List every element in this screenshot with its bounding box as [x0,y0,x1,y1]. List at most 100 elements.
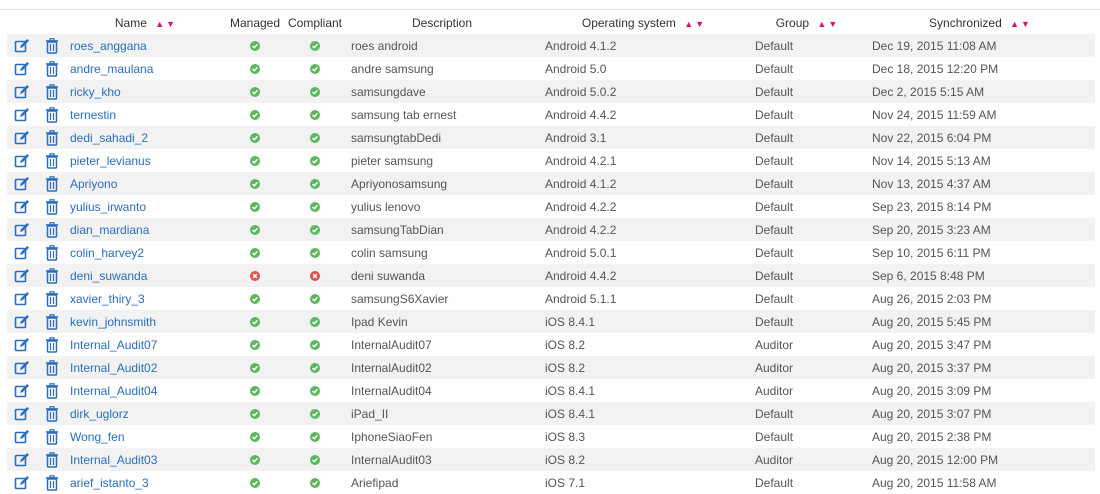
trash-icon[interactable] [44,474,60,491]
edit-cell [7,126,37,149]
device-name-link[interactable]: kevin_johnsmith [67,315,156,329]
device-name-link[interactable]: Internal_Audit07 [67,338,157,352]
device-name-link[interactable]: dirk_uglorz [67,407,129,421]
trash-icon[interactable] [44,267,60,284]
device-name-link[interactable]: Wong_fen [67,430,125,444]
name-cell: dirk_uglorz [67,402,225,425]
table-row: dian_mardiana samsungTabDian Android 4.2.2… [7,218,1095,241]
edit-icon[interactable] [14,84,30,100]
trash-icon[interactable] [44,175,60,192]
edit-icon[interactable] [14,337,30,353]
trash-icon[interactable] [44,152,60,169]
device-name-link[interactable]: dedi_sahadi_2 [67,131,148,145]
compliant-cell [285,333,345,356]
device-name-link[interactable]: andre_maulana [67,62,153,76]
trash-icon[interactable] [44,60,60,77]
device-name-link[interactable]: arief_istanto_3 [67,476,149,490]
device-name-link[interactable]: colin_harvey2 [67,246,144,260]
trash-icon[interactable] [44,198,60,215]
edit-icon[interactable] [14,153,30,169]
description-cell: InternalAudit02 [345,356,539,379]
device-name-link[interactable]: Apriyono [67,177,117,191]
edit-icon[interactable] [14,360,30,376]
device-name-link[interactable]: deni_suwanda [67,269,147,283]
trash-icon[interactable] [44,37,60,54]
edit-icon[interactable] [14,38,30,54]
edit-icon[interactable] [14,176,30,192]
synchronized-cell: Nov 13, 2015 4:37 AM [866,172,1095,195]
device-name-link[interactable]: Internal_Audit04 [67,384,157,398]
edit-icon[interactable] [14,130,30,146]
sort-asc-icon[interactable]: ▲ [817,19,826,29]
trash-icon[interactable] [44,359,60,376]
description-cell: Ipad Kevin [345,310,539,333]
edit-icon[interactable] [14,314,30,330]
trash-icon[interactable] [44,336,60,353]
trash-icon[interactable] [44,290,60,307]
edit-icon[interactable] [14,222,30,238]
device-name-link[interactable]: pieter_levianus [67,154,151,168]
compliant-cell [285,310,345,333]
sort-asc-icon[interactable]: ▲ [684,19,693,29]
check-circle-icon [310,225,320,236]
edit-icon[interactable] [14,199,30,215]
compliant-cell [285,264,345,287]
trash-icon[interactable] [44,428,60,445]
sort-desc-icon[interactable]: ▼ [166,19,175,29]
synchronized-sort-arrows[interactable]: ▲ ▼ [1010,16,1032,30]
sort-desc-icon[interactable]: ▼ [1021,19,1030,29]
edit-cell [7,218,37,241]
device-name-link[interactable]: xavier_thiry_3 [67,292,145,306]
edit-icon[interactable] [14,406,30,422]
trash-icon[interactable] [44,129,60,146]
trash-icon[interactable] [44,106,60,123]
device-name-link[interactable]: ricky_kho [67,85,121,99]
header-synchronized[interactable]: Synchronized ▲ ▼ [866,12,1095,34]
edit-icon[interactable] [14,268,30,284]
trash-icon[interactable] [44,221,60,238]
sort-asc-icon[interactable]: ▲ [1010,19,1019,29]
group-cell: Auditor [749,356,866,379]
managed-cell [225,34,285,57]
device-name-link[interactable]: Internal_Audit02 [67,361,157,375]
trash-icon[interactable] [44,313,60,330]
name-sort-arrows[interactable]: ▲ ▼ [155,16,177,30]
header-name[interactable]: Name ▲ ▼ [67,12,225,34]
edit-icon[interactable] [14,291,30,307]
device-name-link[interactable]: yulius_irwanto [67,200,146,214]
trash-icon[interactable] [44,382,60,399]
edit-icon[interactable] [14,475,30,491]
edit-icon[interactable] [14,383,30,399]
trash-icon[interactable] [44,451,60,468]
device-name-link[interactable]: Internal_Audit03 [67,453,157,467]
sort-desc-icon[interactable]: ▼ [828,19,837,29]
delete-cell [37,471,67,494]
check-circle-icon [310,179,320,190]
device-name-link[interactable]: dian_mardiana [67,223,149,237]
trash-icon[interactable] [44,244,60,261]
edit-icon[interactable] [14,61,30,77]
edit-icon[interactable] [14,429,30,445]
sort-asc-icon[interactable]: ▲ [155,19,164,29]
device-name-link[interactable]: ternestin [67,108,116,122]
managed-cell [225,448,285,471]
edit-icon[interactable] [14,245,30,261]
table-row: xavier_thiry_3 samsungS6Xavier Android 5.1… [7,287,1095,310]
trash-icon[interactable] [44,83,60,100]
group-sort-arrows[interactable]: ▲ ▼ [817,16,839,30]
table-row: andre_maulana andre samsung Android 5.0 Def… [7,57,1095,80]
edit-icon[interactable] [14,452,30,468]
synchronized-cell: Aug 20, 2015 11:58 AM [866,471,1095,494]
header-group[interactable]: Group ▲ ▼ [749,12,866,34]
delete-cell [37,425,67,448]
description-cell: samsungdave [345,80,539,103]
trash-icon[interactable] [44,405,60,422]
table-row: arief_istanto_3 Ariefipad iOS 7.1 Default Au… [7,471,1095,494]
group-cell: Auditor [749,448,866,471]
header-os-label: Operating system [581,15,676,30]
os-sort-arrows[interactable]: ▲ ▼ [684,16,706,30]
edit-icon[interactable] [14,107,30,123]
header-os[interactable]: Operating system ▲ ▼ [539,12,749,34]
device-name-link[interactable]: roes_anggana [67,39,147,53]
sort-desc-icon[interactable]: ▼ [695,19,704,29]
